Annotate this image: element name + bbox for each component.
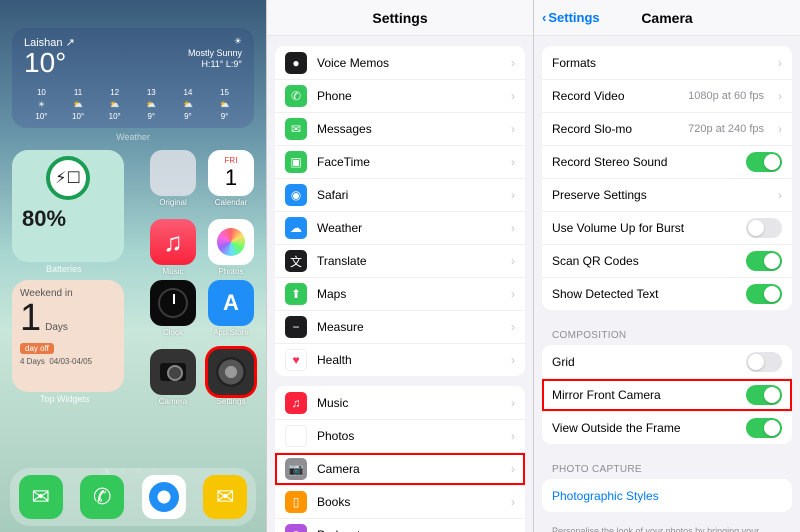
row-measure[interactable]: −Measure›	[275, 310, 525, 343]
toggle[interactable]	[746, 352, 782, 372]
dock-messages[interactable]: ✉︎	[19, 475, 63, 519]
row-translate[interactable]: 文Translate›	[275, 244, 525, 277]
row-volume-burst[interactable]: Use Volume Up for Burst	[542, 211, 792, 244]
home-screen: Laishan ↗ 10° ☀ Mostly Sunny H:11° L:9° …	[0, 0, 266, 532]
section-photo-capture: Photo Capture	[534, 454, 800, 475]
back-button[interactable]: ‹Settings	[542, 10, 600, 25]
row-facetime[interactable]: ▣FaceTime›	[275, 145, 525, 178]
app-camera[interactable]: Camera	[150, 349, 196, 406]
camera-title: Camera	[641, 10, 692, 26]
dock-mail[interactable]: ✉	[203, 475, 247, 519]
toggle[interactable]	[746, 385, 782, 405]
row-record-video[interactable]: Record Video1080p at 60 fps›	[542, 79, 792, 112]
row-messages[interactable]: ✉︎Messages›	[275, 112, 525, 145]
weather-cond: Mostly Sunny	[188, 48, 242, 60]
app-calendar[interactable]: FRI1 Calendar	[208, 150, 254, 207]
row-photos[interactable]: ✿Photos›	[275, 419, 525, 452]
battery-caption: Batteries	[46, 264, 82, 274]
toggle[interactable]	[746, 284, 782, 304]
app-photos[interactable]: Photos	[208, 219, 254, 276]
weather-hourly: 10☀10° 11⛅10° 12⛅10° 13⛅9° 14⛅9° 15⛅9°	[24, 87, 242, 123]
row-voice-memos[interactable]: ●Voice Memos›	[275, 46, 525, 79]
row-formats[interactable]: Formats›	[542, 46, 792, 79]
weather-temp: 10°	[24, 49, 75, 77]
row-podcasts[interactable]: ◉Podcasts›	[275, 518, 525, 532]
row-phone[interactable]: ✆Phone›	[275, 79, 525, 112]
row-stereo-sound[interactable]: Record Stereo Sound	[542, 145, 792, 178]
row-music[interactable]: ♫Music›	[275, 386, 525, 419]
battery-percent: 80%	[12, 206, 124, 262]
row-record-slomo[interactable]: Record Slo-mo720p at 240 fps›	[542, 112, 792, 145]
chevron-right-icon: ›	[511, 56, 515, 70]
chevron-left-icon: ‹	[542, 10, 546, 25]
styles-footer: Personalise the look of your photos by b…	[534, 522, 800, 532]
row-maps[interactable]: ⬆Maps›	[275, 277, 525, 310]
topwidgets-widget[interactable]: Weekend in 1 Days day off 4 Days 04/03-0…	[12, 280, 124, 392]
battery-widget[interactable]: ⚡︎☐ 80%	[12, 150, 124, 262]
row-grid[interactable]: Grid	[542, 345, 792, 378]
app-settings[interactable]: Settings	[208, 349, 254, 406]
app-original[interactable]: Original	[150, 150, 196, 207]
topwidgets-caption: Top Widgets	[40, 394, 90, 404]
app-music[interactable]: ♫ Music	[150, 219, 196, 276]
settings-header: Settings	[267, 0, 533, 36]
dock-phone[interactable]: ✆	[80, 475, 124, 519]
settings-screen: Settings ●Voice Memos› ✆Phone› ✉︎Message…	[266, 0, 533, 532]
row-mirror-front-camera[interactable]: Mirror Front Camera	[542, 378, 792, 411]
weather-widget[interactable]: Laishan ↗ 10° ☀ Mostly Sunny H:11° L:9° …	[12, 28, 254, 128]
row-camera[interactable]: 📷Camera›	[275, 452, 525, 485]
toggle[interactable]	[746, 251, 782, 271]
toggle[interactable]	[746, 152, 782, 172]
row-safari[interactable]: ◉Safari›	[275, 178, 525, 211]
row-view-outside-frame[interactable]: View Outside the Frame	[542, 411, 792, 444]
row-books[interactable]: ▯Books›	[275, 485, 525, 518]
row-detected-text[interactable]: Show Detected Text	[542, 277, 792, 310]
app-clock[interactable]: Clock	[150, 280, 196, 337]
section-composition: Composition	[534, 320, 800, 341]
settings-title: Settings	[372, 10, 427, 26]
toggle[interactable]	[746, 418, 782, 438]
dock: ✉︎ ✆ ✉	[10, 468, 256, 526]
dock-safari[interactable]	[142, 475, 186, 519]
weather-caption: Weather	[0, 132, 266, 142]
camera-settings-screen: ‹Settings Camera Formats› Record Video10…	[533, 0, 800, 532]
row-health[interactable]: ♥Health›	[275, 343, 525, 376]
toggle[interactable]	[746, 218, 782, 238]
row-photographic-styles[interactable]: Photographic Styles	[542, 479, 792, 512]
app-appstore[interactable]: A App Store	[208, 280, 254, 337]
weather-hilow: H:11° L:9°	[188, 59, 242, 71]
row-preserve-settings[interactable]: Preserve Settings›	[542, 178, 792, 211]
row-scan-qr[interactable]: Scan QR Codes	[542, 244, 792, 277]
battery-ring-icon: ⚡︎☐	[46, 156, 90, 200]
row-weather[interactable]: ☁Weather›	[275, 211, 525, 244]
